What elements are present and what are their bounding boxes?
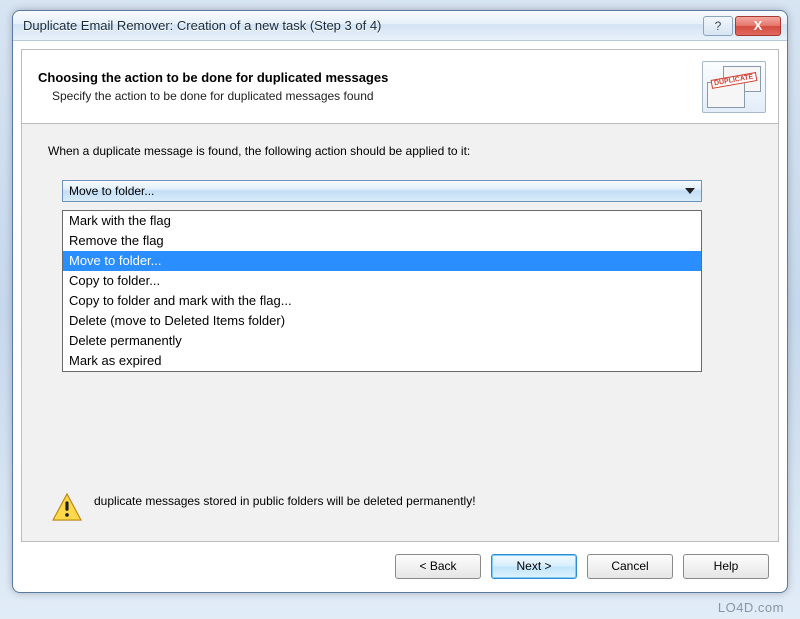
wizard-step-subtitle: Specify the action to be done for duplic… [52,89,388,103]
option-mark-as-expired[interactable]: Mark as expired [63,351,701,371]
option-move-to-folder[interactable]: Move to folder... [63,251,701,271]
option-delete-to-deleted-items[interactable]: Delete (move to Deleted Items folder) [63,311,701,331]
wizard-step-title: Choosing the action to be done for dupli… [38,70,388,85]
help-button[interactable]: Help [683,554,769,579]
wizard-header-text: Choosing the action to be done for dupli… [38,70,388,103]
action-combobox[interactable]: Move to folder... [62,180,702,202]
wizard-body: When a duplicate message is found, the f… [22,124,778,541]
duplicate-mail-icon: DUPLICATE [702,61,766,113]
option-copy-and-mark[interactable]: Copy to folder and mark with the flag... [63,291,701,311]
option-remove-flag[interactable]: Remove the flag [63,231,701,251]
wizard-button-bar: < Back Next > Cancel Help [21,548,779,584]
chevron-down-icon [685,188,695,194]
warning-icon [52,493,82,521]
dialog-window: Duplicate Email Remover: Creation of a n… [12,10,788,593]
cancel-button[interactable]: Cancel [587,554,673,579]
wizard-panel: Choosing the action to be done for dupli… [21,49,779,542]
caution-text: duplicate messages stored in public fold… [94,493,476,509]
caution-panel: duplicate messages stored in public fold… [52,493,732,521]
instruction-text: When a duplicate message is found, the f… [48,144,752,158]
close-titlebar-button[interactable]: X [735,16,781,36]
window-title: Duplicate Email Remover: Creation of a n… [23,18,703,33]
action-dropdown-list[interactable]: Mark with the flag Remove the flag Move … [62,210,702,372]
option-delete-permanently[interactable]: Delete permanently [63,331,701,351]
option-mark-with-flag[interactable]: Mark with the flag [63,211,701,231]
next-button[interactable]: Next > [491,554,577,579]
help-titlebar-button[interactable]: ? [703,16,733,36]
titlebar: Duplicate Email Remover: Creation of a n… [13,11,787,41]
titlebar-buttons: ? X [703,16,781,36]
action-combobox-value: Move to folder... [69,184,154,198]
watermark: LO4D.com [718,600,784,615]
wizard-header: Choosing the action to be done for dupli… [22,50,778,124]
option-copy-to-folder[interactable]: Copy to folder... [63,271,701,291]
back-button[interactable]: < Back [395,554,481,579]
